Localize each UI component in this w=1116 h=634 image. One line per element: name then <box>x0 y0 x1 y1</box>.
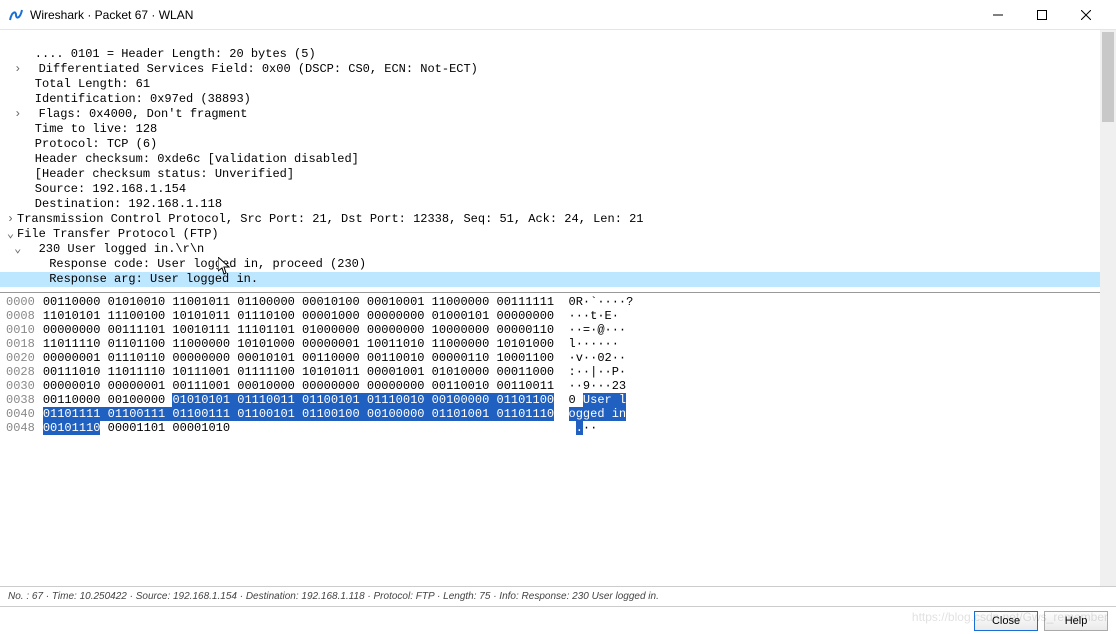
detail-row-selected[interactable]: Response arg: User logged in. <box>0 272 1116 287</box>
hex-row[interactable]: 003800110000 00100000 01010101 01110011 … <box>6 393 1116 407</box>
detail-row[interactable]: Identification: 0x97ed (38893) <box>0 92 251 106</box>
hex-row[interactable]: 002800111010 11011110 10111001 01111100 … <box>6 365 1116 379</box>
hex-row[interactable]: 003000000010 00000001 00111001 00010000 … <box>6 379 1116 393</box>
detail-row[interactable]: Time to live: 128 <box>0 122 157 136</box>
collapse-icon[interactable]: ⌄ <box>6 227 15 242</box>
hex-row[interactable]: 000000110000 01010010 11001011 01100000 … <box>6 295 1116 309</box>
detail-row[interactable]: [Header checksum status: Unverified] <box>0 167 294 181</box>
close-button[interactable]: Close <box>974 611 1038 631</box>
main-content: .... 0101 = Header Length: 20 bytes (5) … <box>0 30 1116 634</box>
window-title: Wireshark · Packet 67 · WLAN <box>30 8 976 22</box>
titlebar: Wireshark · Packet 67 · WLAN <box>0 0 1116 30</box>
hex-row[interactable]: 002000000001 01110110 00000000 00010101 … <box>6 351 1116 365</box>
minimize-button[interactable] <box>976 1 1020 29</box>
detail-row[interactable]: ›Transmission Control Protocol, Src Port… <box>0 212 644 226</box>
status-bar: No. : 67 · Time: 10.250422 · Source: 192… <box>0 586 1116 606</box>
detail-row[interactable]: ⌄ 230 User logged in.\r\n <box>0 242 204 256</box>
expand-icon[interactable]: › <box>13 107 22 122</box>
detail-row[interactable]: Total Length: 61 <box>0 77 150 91</box>
close-window-button[interactable] <box>1064 1 1108 29</box>
vertical-scrollbar[interactable] <box>1100 30 1116 586</box>
expand-icon[interactable]: › <box>6 212 15 227</box>
detail-row[interactable]: ⌄File Transfer Protocol (FTP) <box>0 227 219 241</box>
mouse-cursor <box>218 257 230 275</box>
help-button[interactable]: Help <box>1044 611 1108 631</box>
maximize-button[interactable] <box>1020 1 1064 29</box>
detail-row[interactable]: .... 0101 = Header Length: 20 bytes (5) <box>0 47 316 61</box>
hex-dump-pane[interactable]: 000000110000 01010010 11001011 01100000 … <box>0 293 1116 586</box>
detail-row[interactable]: › Differentiated Services Field: 0x00 (D… <box>0 62 478 76</box>
scrollbar-thumb[interactable] <box>1102 32 1114 122</box>
bottom-bar: Close Help <box>0 606 1116 634</box>
detail-row[interactable]: Destination: 192.168.1.118 <box>0 197 222 211</box>
collapse-icon[interactable]: ⌄ <box>13 242 22 257</box>
packet-detail-pane[interactable]: .... 0101 = Header Length: 20 bytes (5) … <box>0 30 1116 293</box>
detail-row[interactable]: › Flags: 0x4000, Don't fragment <box>0 107 247 121</box>
detail-row[interactable]: Response code: User logged in, proceed (… <box>0 257 366 271</box>
hex-row[interactable]: 004001101111 01100111 01100111 01100101 … <box>6 407 1116 421</box>
status-text: No. : 67 · Time: 10.250422 · Source: 192… <box>8 591 659 602</box>
expand-icon[interactable]: › <box>13 62 22 77</box>
hex-row[interactable]: 000811010101 11100100 10101011 01110100 … <box>6 309 1116 323</box>
hex-row[interactable]: 001811011110 01101100 11000000 10101000 … <box>6 337 1116 351</box>
hex-row[interactable]: 001000000000 00111101 10010111 11101101 … <box>6 323 1116 337</box>
detail-row[interactable]: Protocol: TCP (6) <box>0 137 157 151</box>
detail-row[interactable]: Source: 192.168.1.154 <box>0 182 186 196</box>
hex-row[interactable]: 004800101110 00001101 00001010 .·· <box>6 421 1116 435</box>
wireshark-icon <box>8 7 24 23</box>
detail-row[interactable]: Header checksum: 0xde6c [validation disa… <box>0 152 359 166</box>
window-controls <box>976 1 1108 29</box>
